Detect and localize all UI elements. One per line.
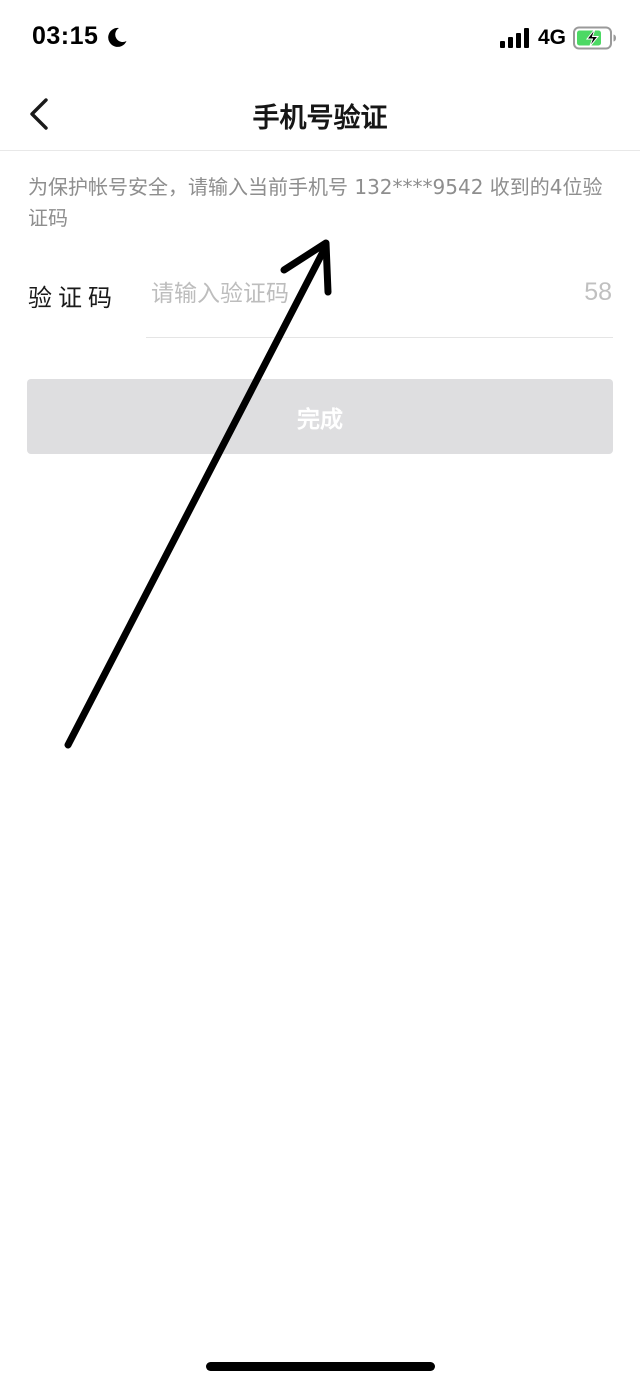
phone-verification-screen: 03:15 4G 手机号验证 为保护帐号安全，请输入当前手机号 132****9… xyxy=(0,0,640,1386)
moon-icon xyxy=(108,27,127,47)
signal-icon xyxy=(500,28,529,48)
status-time: 03:15 xyxy=(32,22,99,50)
verification-code-input[interactable] xyxy=(148,270,571,318)
code-field-label: 验证码 xyxy=(28,284,118,312)
battery-charging-icon xyxy=(573,26,616,50)
network-type-label: 4G xyxy=(538,26,567,49)
input-divider xyxy=(146,337,613,338)
navigation-bar: 手机号验证 xyxy=(0,80,640,151)
status-bar: 03:15 4G xyxy=(0,0,640,80)
done-button-label: 完成 xyxy=(297,406,343,433)
home-indicator[interactable] xyxy=(206,1362,435,1371)
done-button[interactable]: 完成 xyxy=(27,379,613,454)
page-title: 手机号验证 xyxy=(252,103,388,134)
resend-countdown: 58 xyxy=(584,278,612,306)
verification-instructions: 为保护帐号安全，请输入当前手机号 132****9542 收到的4位验证码 xyxy=(28,175,603,230)
